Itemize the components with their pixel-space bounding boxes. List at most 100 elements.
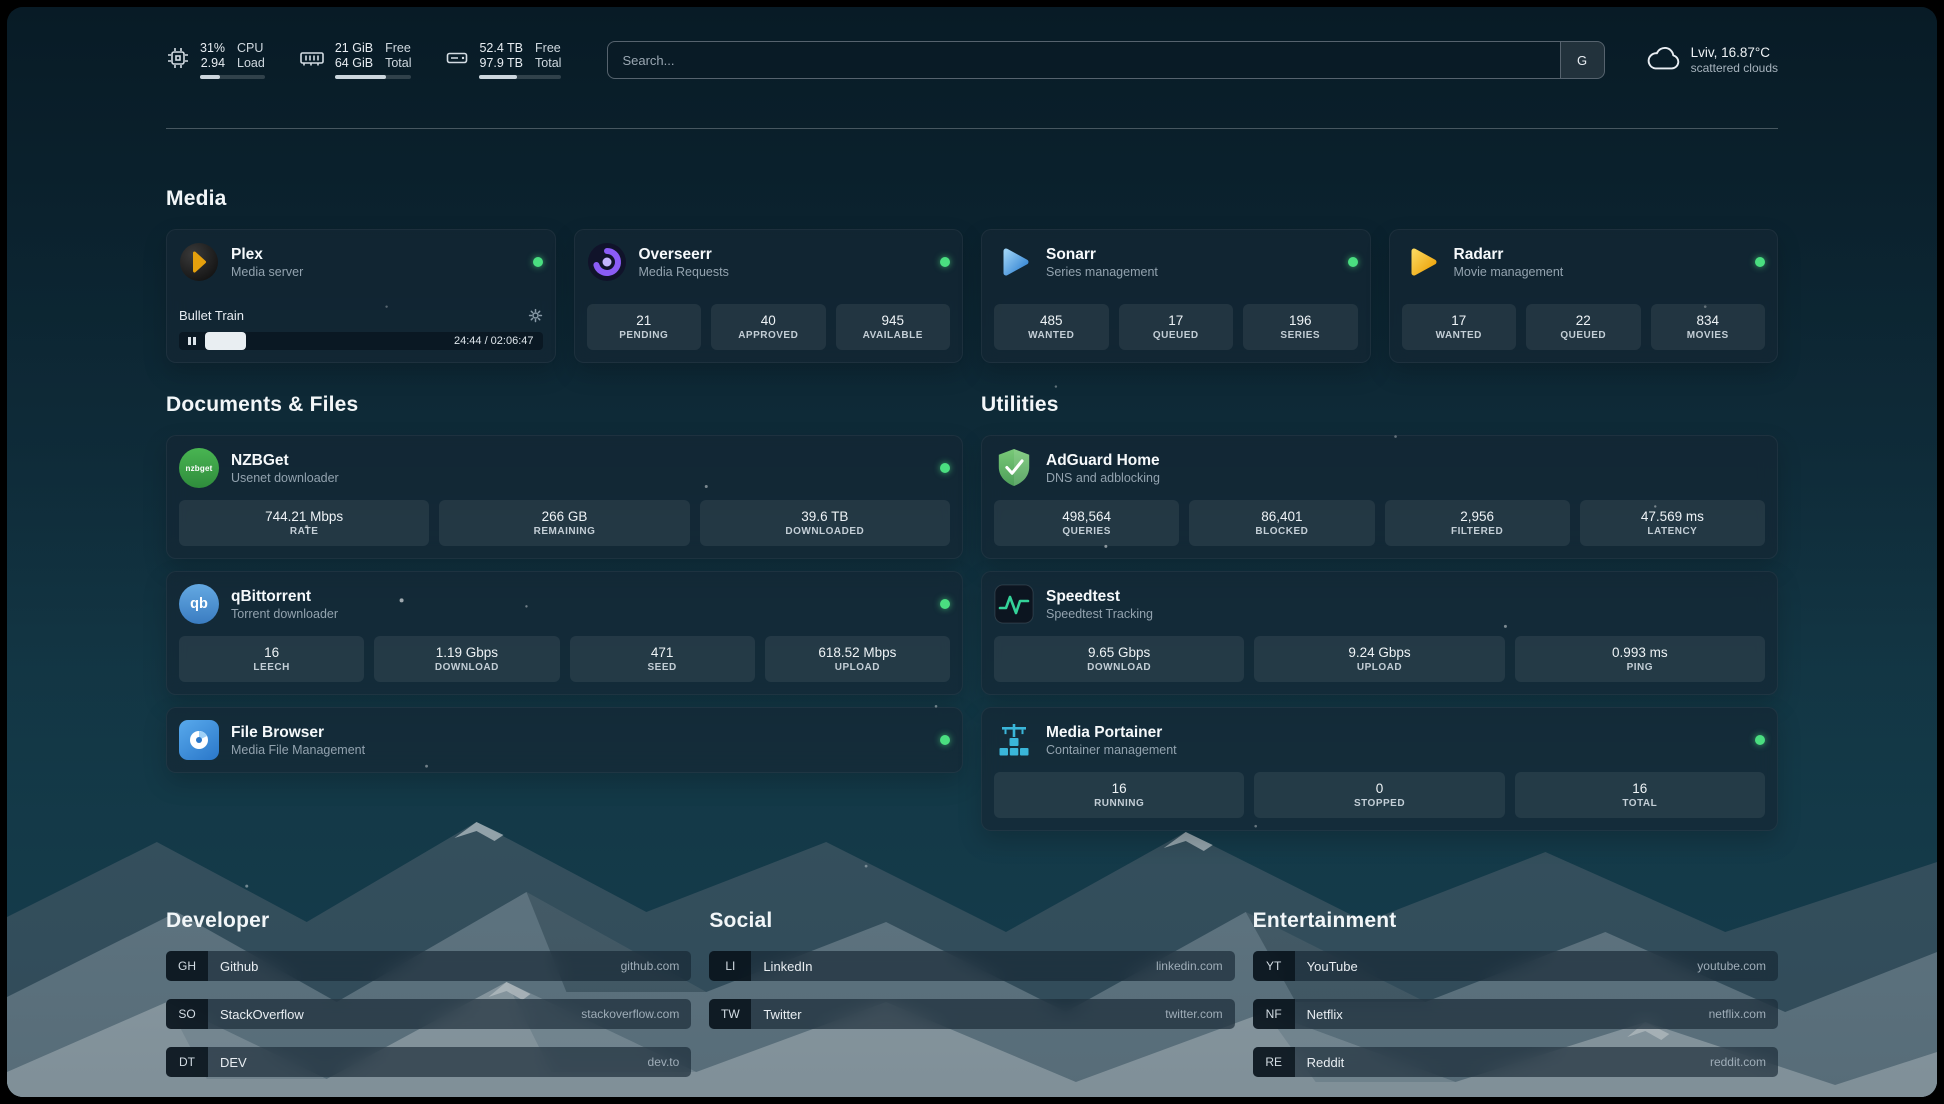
- service-card-speedtest[interactable]: Speedtest Speedtest Tracking 9.65 GbpsDO…: [981, 571, 1778, 695]
- service-card-nzbget[interactable]: nzbget NZBGet Usenet downloader 744.21 M…: [166, 435, 963, 559]
- plex-icon: [179, 242, 219, 282]
- playback-progress[interactable]: [205, 332, 445, 350]
- service-desc: Torrent downloader: [231, 606, 338, 622]
- nzbget-icon: nzbget: [179, 448, 219, 488]
- memory-total-label: Total: [385, 56, 411, 71]
- stat-box: 16TOTAL: [1515, 772, 1765, 818]
- memory-progress-bar: [335, 75, 412, 79]
- stat-box: 744.21 MbpsRATE: [179, 500, 429, 546]
- search-bar: G: [607, 41, 1604, 79]
- adguard-icon: [994, 448, 1034, 488]
- pause-icon[interactable]: [179, 332, 205, 350]
- bookmark-youtube[interactable]: YT YouTube youtube.com: [1253, 951, 1778, 981]
- disk-widget: 52.4 TB Free 97.9 TB Total: [445, 41, 561, 79]
- cpu-usage-label: CPU: [237, 41, 265, 56]
- stat-box: 47.569 msLATENCY: [1580, 500, 1765, 546]
- status-dot: [533, 257, 543, 267]
- cloud-icon: [1647, 45, 1681, 76]
- weather-condition: scattered clouds: [1691, 61, 1778, 76]
- bookmark-url: linkedin.com: [1156, 959, 1223, 973]
- bookmark-url: twitter.com: [1165, 1007, 1222, 1021]
- status-dot: [1348, 257, 1358, 267]
- bookmark-url: dev.to: [648, 1055, 680, 1069]
- search-input[interactable]: [608, 53, 1559, 68]
- service-card-overseerr[interactable]: Overseerr Media Requests 21PENDING 40APP…: [574, 229, 964, 363]
- bookmark-abbr: RE: [1253, 1047, 1295, 1077]
- bookmarks-social: Social LI LinkedIn linkedin.com TW Twitt…: [709, 909, 1234, 1095]
- service-card-radarr[interactable]: Radarr Movie management 17WANTED 22QUEUE…: [1389, 229, 1779, 363]
- service-card-plex[interactable]: Plex Media server Bullet Train: [166, 229, 556, 363]
- section-heading-entertainment: Entertainment: [1253, 909, 1778, 933]
- service-card-portainer[interactable]: Media Portainer Container management 16R…: [981, 707, 1778, 831]
- topbar-divider: [166, 128, 1778, 129]
- bookmark-abbr: GH: [166, 951, 208, 981]
- bookmark-name: StackOverflow: [220, 1007, 304, 1022]
- service-stats: 485WANTED 17QUEUED 196SERIES: [994, 304, 1358, 350]
- service-stats: 21PENDING 40APPROVED 945AVAILABLE: [587, 304, 951, 350]
- section-heading-developer: Developer: [166, 909, 691, 933]
- service-stats: 17WANTED 22QUEUED 834MOVIES: [1402, 304, 1766, 350]
- stat-box: 17WANTED: [1402, 304, 1517, 350]
- top-bar: 31% CPU 2.94 Load: [166, 37, 1778, 83]
- memory-icon: [299, 46, 325, 75]
- bookmark-stackoverflow[interactable]: SO StackOverflow stackoverflow.com: [166, 999, 691, 1029]
- gear-icon[interactable]: [528, 308, 543, 323]
- bookmark-url: netflix.com: [1709, 1007, 1766, 1021]
- service-stats: 498,564QUERIES 86,401BLOCKED 2,956FILTER…: [994, 500, 1765, 546]
- memory-widget: 21 GiB Free 64 GiB Total: [299, 41, 412, 79]
- stat-box: 86,401BLOCKED: [1189, 500, 1374, 546]
- stat-box: 471SEED: [570, 636, 755, 682]
- bookmarks-entertainment: Entertainment YT YouTube youtube.com NF …: [1253, 909, 1778, 1095]
- section-heading-utilities: Utilities: [981, 393, 1778, 417]
- service-name: Sonarr: [1046, 245, 1158, 264]
- bookmark-netflix[interactable]: NF Netflix netflix.com: [1253, 999, 1778, 1029]
- status-dot: [1755, 257, 1765, 267]
- stat-box: 618.52 MbpsUPLOAD: [765, 636, 950, 682]
- service-stats: 9.65 GbpsDOWNLOAD 9.24 GbpsUPLOAD 0.993 …: [994, 636, 1765, 682]
- bookmark-abbr: TW: [709, 999, 751, 1029]
- search-provider-button[interactable]: G: [1560, 42, 1604, 78]
- service-desc: DNS and adblocking: [1046, 470, 1160, 486]
- disk-free-label: Free: [535, 41, 561, 56]
- bookmark-linkedin[interactable]: LI LinkedIn linkedin.com: [709, 951, 1234, 981]
- section-heading-documents: Documents & Files: [166, 393, 963, 417]
- service-desc: Container management: [1046, 742, 1177, 758]
- service-card-filebrowser[interactable]: File Browser Media File Management: [166, 707, 963, 773]
- cpu-widget: 31% CPU 2.94 Load: [166, 41, 265, 79]
- system-widgets: 31% CPU 2.94 Load: [166, 41, 561, 79]
- service-name: NZBGet: [231, 451, 339, 470]
- service-desc: Series management: [1046, 264, 1158, 280]
- service-stats: 744.21 MbpsRATE 266 GBREMAINING 39.6 TBD…: [179, 500, 950, 546]
- memory-free-label: Free: [385, 41, 411, 56]
- bookmark-twitter[interactable]: TW Twitter twitter.com: [709, 999, 1234, 1029]
- bookmark-name: LinkedIn: [763, 959, 812, 974]
- bookmark-reddit[interactable]: RE Reddit reddit.com: [1253, 1047, 1778, 1077]
- bookmarks-developer: Developer GH Github github.com SO StackO…: [166, 909, 691, 1095]
- stat-box: 834MOVIES: [1651, 304, 1766, 350]
- bookmark-url: github.com: [621, 959, 680, 973]
- stat-box: 1.19 GbpsDOWNLOAD: [374, 636, 559, 682]
- service-desc: Usenet downloader: [231, 470, 339, 486]
- bookmark-name: Reddit: [1307, 1055, 1345, 1070]
- service-desc: Media File Management: [231, 742, 365, 758]
- service-card-sonarr[interactable]: Sonarr Series management 485WANTED 17QUE…: [981, 229, 1371, 363]
- bookmark-name: YouTube: [1307, 959, 1358, 974]
- cpu-load-label: Load: [237, 56, 265, 71]
- service-stats: 16LEECH 1.19 GbpsDOWNLOAD 471SEED 618.52…: [179, 636, 950, 682]
- stat-box: 196SERIES: [1243, 304, 1358, 350]
- bookmark-name: Twitter: [763, 1007, 801, 1022]
- bookmark-dev[interactable]: DT DEV dev.to: [166, 1047, 691, 1077]
- stat-box: 945AVAILABLE: [836, 304, 951, 350]
- stat-box: 9.24 GbpsUPLOAD: [1254, 636, 1504, 682]
- service-name: Media Portainer: [1046, 723, 1177, 742]
- stat-box: 16LEECH: [179, 636, 364, 682]
- weather-location: Lviv, 16.87°C: [1691, 44, 1778, 61]
- stat-box: 0STOPPED: [1254, 772, 1504, 818]
- cpu-icon: [166, 46, 190, 75]
- bookmark-github[interactable]: GH Github github.com: [166, 951, 691, 981]
- disk-free-value: 52.4 TB: [479, 41, 523, 56]
- stat-box: 2,956FILTERED: [1385, 500, 1570, 546]
- service-card-adguard[interactable]: AdGuard Home DNS and adblocking 498,564Q…: [981, 435, 1778, 559]
- bookmark-name: Github: [220, 959, 258, 974]
- service-card-qbittorrent[interactable]: qb qBittorrent Torrent downloader 16LEEC…: [166, 571, 963, 695]
